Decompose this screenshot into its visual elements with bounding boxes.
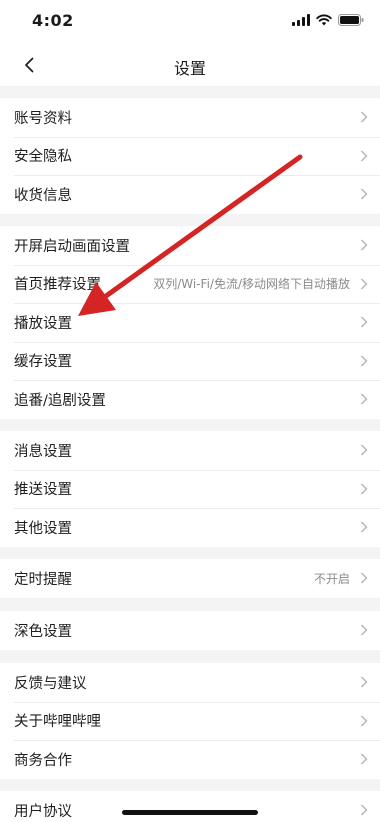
chevron-right-icon (361, 753, 368, 765)
settings-item-label: 商务合作 (14, 752, 72, 769)
settings-item-other[interactable]: 其他设置 (0, 508, 380, 547)
settings-item-messages[interactable]: 消息设置 (0, 431, 380, 470)
settings-section-reminder: 定时提醒 不开启 (0, 559, 380, 598)
settings-item-dark-mode[interactable]: 深色设置 (0, 611, 380, 650)
settings-item-splash-screen[interactable]: 开屏启动画面设置 (0, 226, 380, 265)
home-indicator (122, 810, 258, 815)
settings-section-account: 账号资料 安全隐私 收货信息 (0, 98, 380, 214)
chevron-right-icon (361, 393, 368, 405)
settings-item-label: 其他设置 (14, 520, 72, 537)
settings-item-label: 反馈与建议 (14, 675, 87, 692)
settings-item-home-recommendation[interactable]: 首页推荐设置 双列/Wi-Fi/免流/移动网络下自动播放 (0, 264, 380, 304)
chevron-right-icon (361, 624, 368, 636)
settings-item-follow-series[interactable]: 追番/追剧设置 (0, 380, 380, 419)
settings-section-appearance: 深色设置 (0, 611, 380, 650)
settings-item-playback[interactable]: 播放设置 (0, 303, 380, 342)
nav-bar: 设置 (0, 44, 380, 86)
settings-item-label: 追番/追剧设置 (14, 392, 106, 409)
chevron-right-icon (361, 676, 368, 688)
wifi-icon (316, 14, 332, 26)
settings-item-feedback[interactable]: 反馈与建议 (0, 663, 380, 702)
chevron-right-icon (361, 188, 368, 200)
settings-section-notifications: 消息设置 推送设置 其他设置 (0, 431, 380, 547)
chevron-right-icon (361, 355, 368, 367)
chevron-right-icon (361, 483, 368, 495)
settings-item-label: 首页推荐设置 (14, 277, 101, 294)
settings-item-business[interactable]: 商务合作 (0, 740, 380, 779)
status-time: 4:02 (32, 11, 74, 30)
chevron-right-icon (361, 444, 368, 456)
settings-item-value: 双列/Wi-Fi/免流/移动网络下自动播放 (153, 277, 350, 292)
settings-item-about-bilibili[interactable]: 关于哔哩哔哩 (0, 701, 380, 741)
settings-item-label: 账号资料 (14, 110, 72, 127)
chevron-right-icon (361, 278, 368, 290)
settings-item-label: 消息设置 (14, 443, 72, 460)
chevron-right-icon (361, 150, 368, 162)
settings-section-legal: 用户协议 (0, 791, 380, 822)
settings-item-label: 定时提醒 (14, 571, 72, 588)
settings-item-label: 播放设置 (14, 315, 72, 332)
settings-section-playback: 开屏启动画面设置 首页推荐设置 双列/Wi-Fi/免流/移动网络下自动播放 播放… (0, 226, 380, 419)
settings-item-label: 开屏启动画面设置 (14, 238, 130, 255)
status-icons (292, 14, 364, 26)
settings-item-label: 深色设置 (14, 623, 72, 640)
settings-item-label: 关于哔哩哔哩 (14, 714, 101, 731)
settings-item-cache[interactable]: 缓存设置 (0, 341, 380, 381)
chevron-right-icon (361, 715, 368, 727)
signal-icon (292, 14, 310, 26)
settings-section-about: 反馈与建议 关于哔哩哔哩 商务合作 (0, 663, 380, 779)
settings-item-security-privacy[interactable]: 安全隐私 (0, 136, 380, 176)
settings-item-account-profile[interactable]: 账号资料 (0, 98, 380, 137)
chevron-right-icon (361, 521, 368, 533)
settings-item-value: 不开启 (313, 571, 350, 586)
settings-item-label: 用户协议 (14, 803, 72, 820)
chevron-right-icon (361, 804, 368, 816)
chevron-right-icon (361, 111, 368, 123)
settings-item-label: 推送设置 (14, 482, 72, 499)
status-bar: 4:02 (0, 0, 380, 44)
chevron-right-icon (361, 572, 368, 584)
settings-screen: 4:02 设置 账号资料 安全隐私 收货信息 开屏启动画面设置 首页推荐设置 双… (0, 0, 380, 822)
page-title: 设置 (173, 59, 206, 78)
settings-item-timed-reminder[interactable]: 定时提醒 不开启 (0, 559, 380, 598)
settings-item-label: 缓存设置 (14, 354, 72, 371)
battery-icon (338, 14, 364, 26)
chevron-right-icon (361, 239, 368, 251)
settings-item-label: 收货信息 (14, 187, 72, 204)
settings-item-shipping-info[interactable]: 收货信息 (0, 175, 380, 214)
chevron-right-icon (361, 316, 368, 328)
settings-item-push[interactable]: 推送设置 (0, 469, 380, 509)
settings-item-label: 安全隐私 (14, 149, 72, 166)
settings-item-user-agreement[interactable]: 用户协议 (0, 791, 380, 822)
